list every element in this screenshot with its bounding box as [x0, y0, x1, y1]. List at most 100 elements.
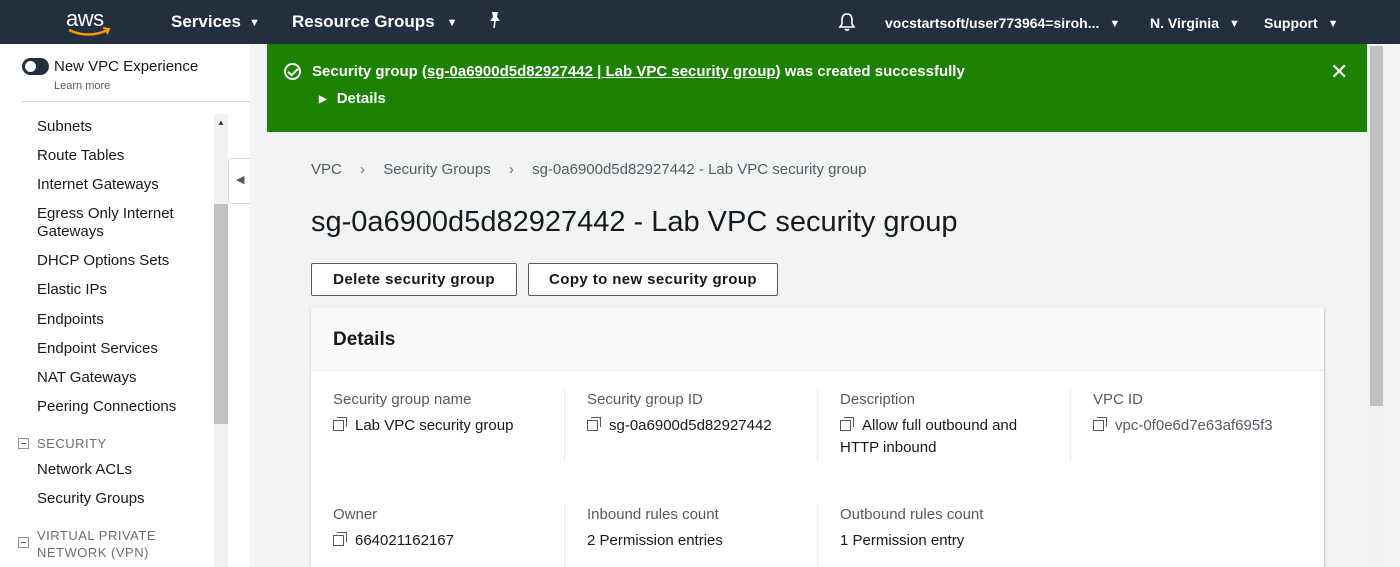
support-label: Support: [1264, 15, 1318, 31]
flash-prefix: Security group (: [312, 63, 428, 80]
sidebar-item-dhcp-options-sets[interactable]: DHCP Options Sets: [37, 252, 169, 270]
pin-icon-svg: [490, 12, 500, 29]
sidebar-item-network-acls[interactable]: Network ACLs: [37, 461, 132, 479]
page-title: sg-0a6900d5d82927442 - Lab VPC security …: [311, 206, 958, 238]
delete-security-group-button[interactable]: Delete security group: [311, 263, 517, 296]
inbound-rules-count-value: 2 Permission entries: [587, 532, 723, 549]
sidebar-item-internet-gateways[interactable]: Internet Gateways: [37, 176, 159, 194]
sidebar-item-egress-only-internet-gateways[interactable]: Egress Only Internet Gateways: [37, 205, 207, 241]
new-vpc-experience-label: New VPC Experience: [54, 58, 199, 75]
outbound-rules-count-value: 1 Permission entry: [840, 532, 965, 549]
sg-id-text: sg-0a6900d5d82927442: [609, 417, 772, 434]
sg-id-value: sg-0a6900d5d82927442: [587, 415, 772, 437]
sidebar-item-endpoints[interactable]: Endpoints: [37, 311, 104, 329]
aws-smile-icon: [68, 27, 111, 36]
services-menu[interactable]: Services ▼: [171, 12, 260, 32]
sidebar-section-security[interactable]: SECURITY: [18, 435, 107, 452]
chevron-right-icon: ›: [508, 161, 514, 178]
sidebar-item-subnets[interactable]: Subnets: [37, 118, 92, 136]
details-panel: Details Security group name Lab VPC secu…: [311, 308, 1324, 567]
column-divider: [564, 504, 565, 567]
chevron-down-icon: ▼: [1327, 18, 1339, 31]
chevron-right-icon: ›: [360, 161, 366, 178]
account-label: vocstartsoft/user773964=siroh...: [885, 15, 1100, 31]
copy-icon[interactable]: [587, 417, 601, 432]
sg-id-label: Security group ID: [587, 391, 703, 408]
region-menu[interactable]: N. Virginia ▼: [1150, 15, 1240, 31]
scroll-up-arrow-icon[interactable]: ▲: [217, 118, 225, 127]
inbound-rules-count-label: Inbound rules count: [587, 506, 719, 523]
copy-to-new-security-group-button[interactable]: Copy to new security group: [528, 263, 778, 296]
owner-value: 664021162167: [333, 530, 454, 552]
description-text: Allow full outbound and HTTP inbound: [840, 417, 1018, 456]
learn-more-link[interactable]: Learn more: [54, 80, 110, 92]
support-menu[interactable]: Support ▼: [1264, 15, 1339, 31]
region-label: N. Virginia: [1150, 15, 1219, 31]
sg-name-label: Security group name: [333, 391, 472, 408]
outbound-rules-count-label: Outbound rules count: [840, 506, 984, 523]
sidebar-scrollbar-thumb[interactable]: [214, 204, 228, 424]
sidebar-item-route-tables[interactable]: Route Tables: [37, 147, 124, 165]
sidebar-item-peering-connections[interactable]: Peering Connections: [37, 398, 176, 416]
column-divider: [817, 390, 818, 462]
pin-icon[interactable]: [487, 11, 503, 34]
account-menu[interactable]: vocstartsoft/user773964=siroh... ▼: [885, 15, 1120, 31]
sidebar-item-elastic-ips[interactable]: Elastic IPs: [37, 281, 107, 299]
collapse-section-icon: [18, 537, 29, 548]
details-title: Details: [333, 329, 396, 350]
aws-logo[interactable]: aws: [66, 6, 114, 38]
breadcrumb: VPC › Security Groups › sg-0a6900d5d8292…: [311, 161, 866, 178]
vpc-id-value: vpc-0f0e6d7e63af695f3: [1093, 415, 1273, 437]
resource-groups-label: Resource Groups: [292, 12, 435, 31]
chevron-down-icon: ▼: [446, 16, 458, 29]
sidebar-item-nat-gateways[interactable]: NAT Gateways: [37, 369, 136, 387]
main-scrollbar-thumb[interactable]: [1370, 46, 1383, 406]
sidebar-item-endpoint-services[interactable]: Endpoint Services: [37, 340, 158, 358]
copy-icon[interactable]: [333, 417, 347, 432]
sidebar-section-security-label: SECURITY: [37, 436, 107, 451]
new-vpc-experience-toggle[interactable]: [22, 58, 49, 75]
details-panel-header: Details: [311, 308, 1324, 371]
description-value: Allow full outbound and HTTP inbound: [840, 415, 1050, 459]
success-check-icon: [284, 63, 301, 80]
collapse-section-icon: [18, 438, 29, 450]
column-divider: [564, 390, 565, 462]
copy-icon[interactable]: [840, 417, 854, 432]
collapse-sidebar-button[interactable]: ◀: [228, 158, 250, 204]
breadcrumb-security-groups[interactable]: Security Groups: [383, 161, 491, 178]
column-divider: [1070, 390, 1071, 462]
owner-label: Owner: [333, 506, 378, 523]
flash-details-expander[interactable]: ▶ Details: [319, 90, 386, 107]
flash-message: Security group (sg-0a6900d5d82927442 | L…: [312, 63, 965, 80]
resource-groups-menu[interactable]: Resource Groups ▼: [292, 12, 458, 32]
services-label: Services: [171, 12, 241, 31]
copy-icon[interactable]: [1093, 417, 1107, 432]
chevron-down-icon: ▼: [1228, 18, 1240, 31]
chevron-down-icon: ▼: [248, 16, 260, 29]
flash-security-group-link[interactable]: sg-0a6900d5d82927442 | Lab VPC security …: [427, 63, 776, 80]
description-label: Description: [840, 391, 916, 408]
owner-text: 664021162167: [355, 532, 454, 549]
breadcrumb-vpc[interactable]: VPC: [311, 161, 342, 178]
vpc-id-label: VPC ID: [1093, 391, 1144, 408]
bell-icon[interactable]: [837, 12, 857, 37]
caret-right-icon: ▶: [319, 93, 327, 105]
sg-name-text: Lab VPC security group: [355, 417, 514, 434]
sidebar-section-vpn[interactable]: VIRTUAL PRIVATE NETWORK (VPN): [18, 527, 208, 561]
chevron-left-icon: ◀: [236, 174, 245, 186]
top-navigation-bar: aws Services ▼ Resource Groups ▼ vocstarts…: [0, 0, 1400, 44]
copy-icon[interactable]: [333, 532, 347, 547]
success-flash-banner: Security group (sg-0a6900d5d82927442 | L…: [267, 44, 1367, 132]
chevron-down-icon: ▼: [1109, 18, 1121, 31]
sidebar-section-vpn-label: VIRTUAL PRIVATE NETWORK (VPN): [37, 528, 156, 560]
sidebar-item-security-groups[interactable]: Security Groups: [37, 490, 145, 508]
close-icon[interactable]: ✕: [1330, 61, 1348, 83]
flash-details-label: Details: [336, 90, 386, 107]
vpc-id-link[interactable]: vpc-0f0e6d7e63af695f3: [1115, 417, 1273, 434]
column-divider: [817, 504, 818, 567]
sidebar-divider: [22, 101, 250, 102]
sg-name-value: Lab VPC security group: [333, 415, 513, 437]
bell-icon-svg: [838, 13, 856, 31]
flash-suffix: ) was created successfully: [775, 63, 965, 80]
sidebar: New VPC Experience Learn more Subnets Ro…: [0, 44, 250, 567]
